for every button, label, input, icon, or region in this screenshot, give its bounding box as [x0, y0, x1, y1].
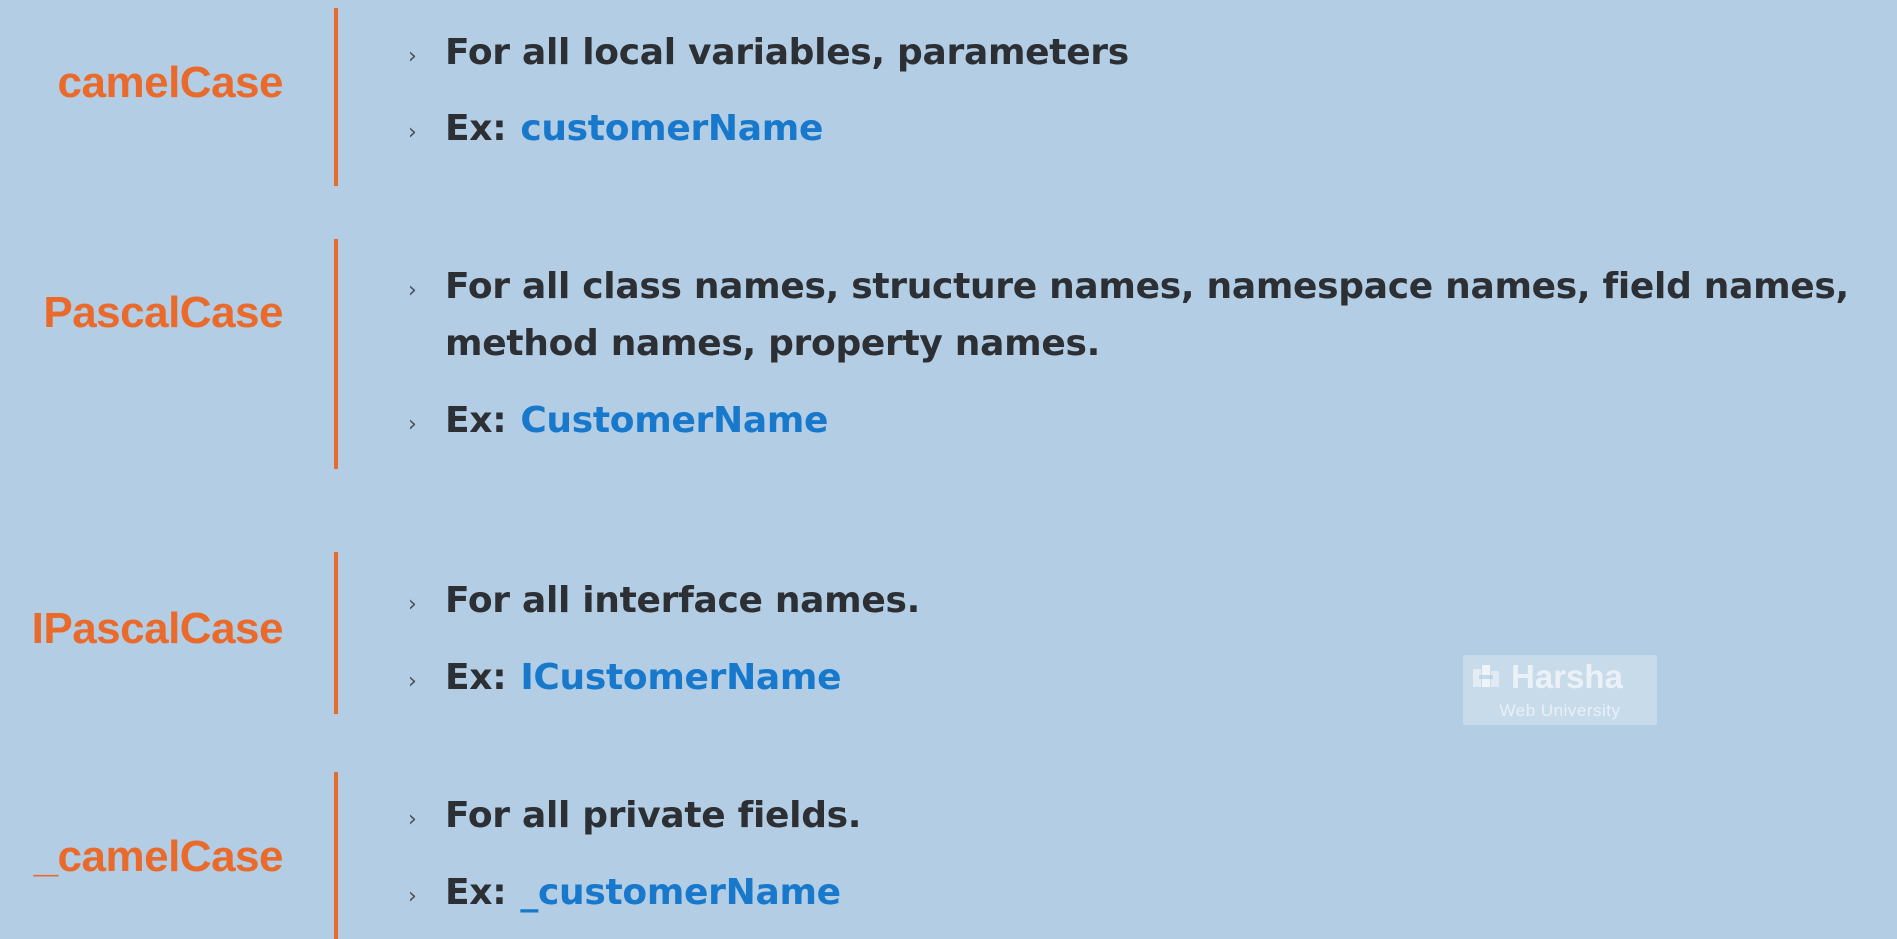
example-line: Ex: CustomerName [445, 400, 828, 441]
watermark-header: Harsha [1463, 655, 1657, 698]
example-value: _customerName [520, 872, 841, 913]
bullet-chevron-icon: › [408, 412, 417, 437]
bullet-chevron-icon: › [408, 120, 417, 145]
divider [334, 8, 338, 186]
bullet-chevron-icon: › [408, 884, 417, 909]
example-label: Ex: [445, 400, 507, 441]
example-line: Ex: ICustomerName [445, 657, 842, 698]
case-name-camelcase: camelCase [57, 58, 284, 107]
harsha-web-university-watermark: Harsha Web University [1463, 655, 1657, 725]
watermark-brand: Harsha [1511, 657, 1623, 695]
description-line: For all private fields. [445, 795, 862, 836]
example-line: Ex: customerName [445, 108, 823, 149]
case-name-private-camelcase: _camelCase [33, 832, 284, 881]
bullet-chevron-icon: › [408, 44, 417, 69]
case-name-ipascalcase: IPascalCase [31, 604, 284, 653]
example-value: ICustomerName [520, 657, 842, 698]
divider [334, 239, 338, 469]
description-line: For all local variables, parameters [445, 32, 1129, 73]
bullet-chevron-icon: › [408, 278, 417, 303]
example-line: Ex: _customerName [445, 872, 841, 913]
example-label: Ex: [445, 108, 507, 149]
example-label: Ex: [445, 872, 507, 913]
divider [334, 552, 338, 714]
description-line: For all class names, structure names, na… [445, 266, 1849, 307]
description-line: For all interface names. [445, 580, 921, 621]
bullet-chevron-icon: › [408, 592, 417, 617]
divider [334, 772, 338, 939]
harsha-logo-icon [1469, 662, 1503, 692]
example-label: Ex: [445, 657, 507, 698]
description-line-continued: method names, property names. [445, 323, 1100, 364]
watermark-subtitle: Web University [1499, 701, 1621, 720]
bullet-chevron-icon: › [408, 807, 417, 832]
case-name-pascalcase: PascalCase [43, 288, 283, 337]
bullet-chevron-icon: › [408, 669, 417, 694]
example-value: customerName [520, 108, 824, 149]
example-value: CustomerName [520, 400, 829, 441]
